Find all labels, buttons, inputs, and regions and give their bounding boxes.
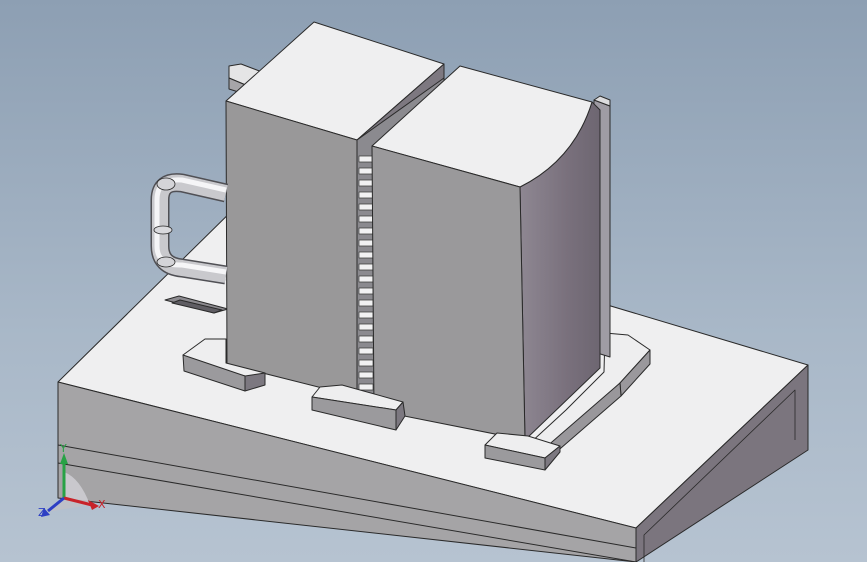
separator-tooth: [358, 299, 374, 307]
separator-tooth: [358, 167, 374, 175]
separator-tooth: [358, 239, 374, 247]
separator-tooth: [358, 311, 374, 319]
separator-tooth: [358, 179, 374, 187]
graphics-viewport[interactable]: Y X Z: [0, 0, 867, 562]
separator-tooth: [358, 191, 374, 199]
z-axis-label: Z: [38, 506, 46, 519]
separator-tooth: [358, 359, 374, 367]
separator-tooth: [358, 275, 374, 283]
separator-tooth: [358, 335, 374, 343]
x-axis-label: X: [98, 498, 106, 511]
separator-tooth: [358, 203, 374, 211]
separator-tooth: [358, 383, 374, 391]
front-block-front: [371, 145, 526, 441]
separator-tooth: [358, 251, 374, 259]
y-axis-label: Y: [59, 442, 67, 455]
separator-tooth: [358, 263, 374, 271]
separator-tooth: [358, 215, 374, 223]
front-block[interactable]: [371, 65, 611, 441]
separator-tooth: [358, 227, 374, 235]
separator-tooth: [358, 323, 374, 331]
separator-tooth: [358, 287, 374, 295]
separator-tooth: [358, 371, 374, 379]
separator-tooth: [358, 155, 374, 163]
rear-block-front: [225, 100, 359, 398]
model-view[interactable]: Y X Z: [0, 0, 867, 562]
separator-tooth: [358, 347, 374, 355]
